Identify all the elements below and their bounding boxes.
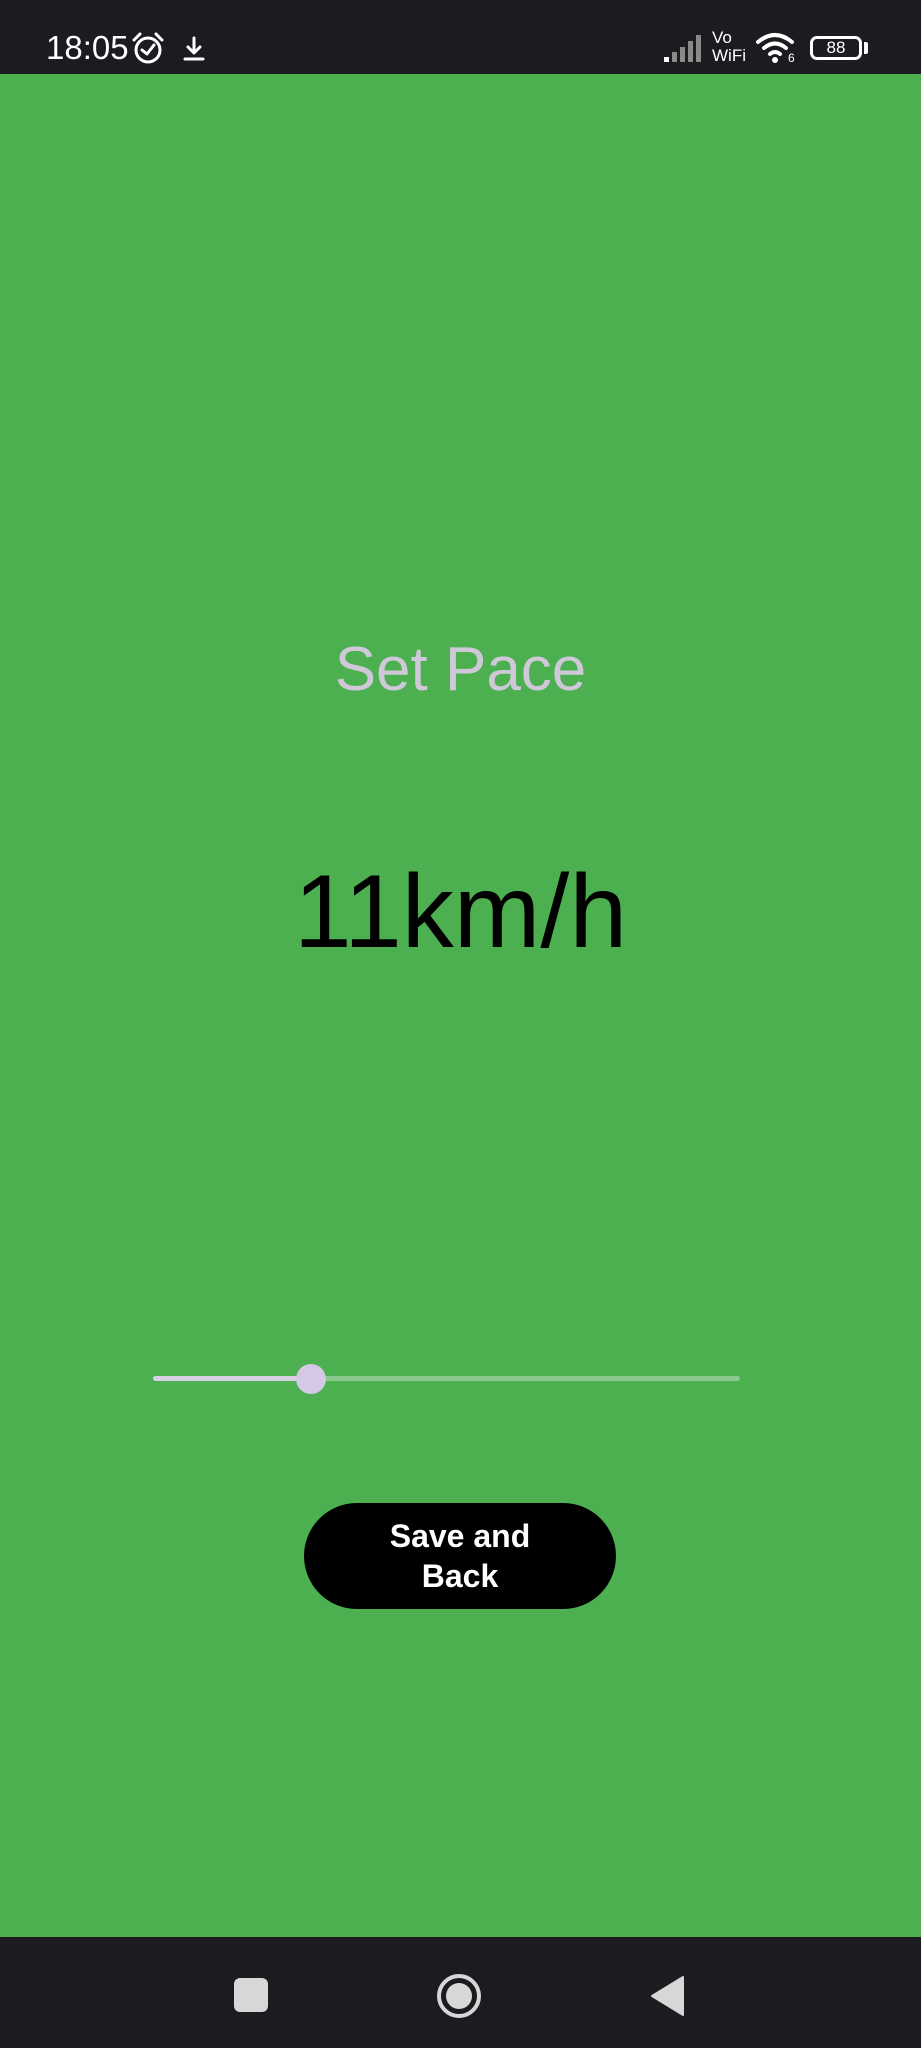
- vowifi-bottom-label: WiFi: [712, 46, 746, 65]
- pace-value: 11km/h: [293, 854, 628, 970]
- home-icon[interactable]: [435, 1972, 483, 2020]
- page-title: Set Pace: [334, 635, 587, 704]
- status-time: 18:05: [46, 29, 129, 66]
- vowifi-top-label: Vo: [712, 28, 732, 47]
- wifi-badge: 6: [788, 51, 795, 65]
- signal-icon: [664, 35, 701, 62]
- phone-screen: 18:05 Vo WiFi 6 88 Set Pace 11km/h Save …: [0, 0, 921, 2048]
- back-icon[interactable]: [649, 1975, 685, 2017]
- battery-level: 88: [826, 38, 846, 57]
- slider-active-track: [153, 1376, 311, 1381]
- navigation-bar: [0, 1937, 921, 2048]
- download-icon: [183, 36, 205, 61]
- recents-icon[interactable]: [233, 1977, 269, 2013]
- pace-slider[interactable]: [153, 1349, 740, 1409]
- slider-thumb[interactable]: [296, 1364, 326, 1394]
- battery-nub: [864, 42, 868, 54]
- alarm-icon: [132, 32, 164, 64]
- vowifi-icon: Vo WiFi: [712, 29, 746, 65]
- status-bar: 18:05 Vo WiFi 6 88: [0, 0, 921, 74]
- set-pace-screen: Set Pace 11km/h Save and Back: [0, 74, 921, 1937]
- save-and-back-button[interactable]: Save and Back: [304, 1503, 616, 1609]
